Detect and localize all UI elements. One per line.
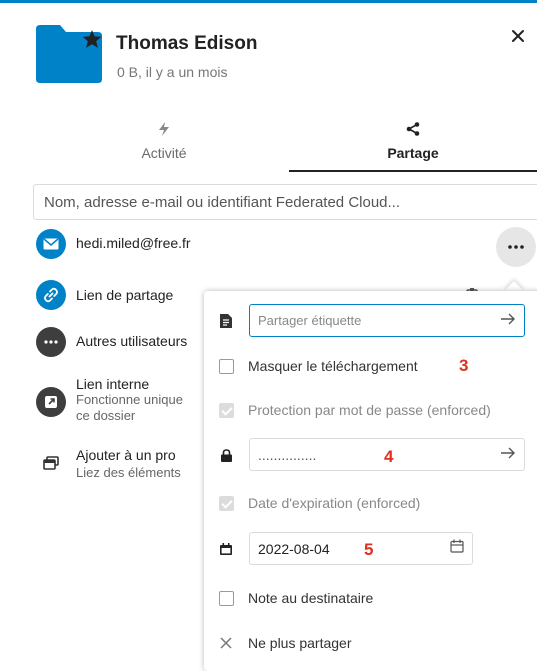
- email-icon: [36, 229, 66, 259]
- share-icon: [289, 120, 537, 138]
- share-entry-internal-desc: Fonctionne unique: [76, 392, 183, 407]
- expiration-date-input[interactable]: 2022-08-04: [249, 532, 473, 565]
- file-title: Thomas Edison: [116, 33, 258, 54]
- password-value: ...............: [258, 446, 317, 463]
- expiration-date-value: 2022-08-04: [258, 540, 330, 557]
- tab-activity[interactable]: Activité: [40, 120, 288, 172]
- share-entry-email-label: hedi.miled@free.fr: [76, 235, 191, 251]
- share-label-placeholder: Partager étiquette: [258, 313, 362, 328]
- share-entry-projects-label: Ajouter à un pro: [76, 447, 176, 463]
- share-options-menu: Partager étiquette Masquer le télécharge…: [204, 291, 537, 671]
- activity-icon: [40, 120, 288, 138]
- link-icon: [36, 280, 66, 310]
- tab-share[interactable]: Partage: [289, 120, 537, 172]
- top-accent-bar: [0, 0, 537, 3]
- note-checkbox[interactable]: [218, 590, 234, 606]
- file-subtitle: 0 B, il y a un mois: [117, 64, 228, 80]
- annotation-3: 3: [459, 356, 469, 375]
- share-entry-internal-desc-2: ce dossier: [76, 408, 136, 423]
- menu-item-unshare[interactable]: Ne plus partager: [204, 628, 537, 658]
- folder-icon: [36, 25, 102, 83]
- password-checkbox: [218, 402, 234, 418]
- menu-item-expiration: Date d'expiration (enforced): [204, 488, 537, 518]
- tab-share-label: Partage: [387, 145, 439, 161]
- hide-download-checkbox[interactable]: [218, 358, 234, 374]
- annotation-5: 5: [364, 540, 374, 559]
- active-tab-indicator: [289, 170, 537, 172]
- close-icon[interactable]: [510, 28, 528, 46]
- arrow-right-icon[interactable]: [500, 446, 516, 464]
- menu-item-password: Protection par mot de passe (enforced): [204, 395, 537, 425]
- share-label-input[interactable]: Partager étiquette: [249, 304, 525, 337]
- menu-item-hide-download[interactable]: Masquer le téléchargement: [204, 351, 537, 381]
- annotation-4: 4: [384, 447, 394, 466]
- hide-download-label: Masquer le téléchargement: [248, 358, 418, 374]
- arrow-right-icon[interactable]: [500, 312, 516, 330]
- projects-icon: [36, 448, 66, 478]
- share-options-button[interactable]: [496, 227, 536, 267]
- share-entry-link-label: Lien de partage: [76, 287, 174, 303]
- more-icon: [36, 327, 66, 357]
- note-icon: [204, 314, 248, 328]
- share-entry-internal-label: Lien interne: [76, 376, 150, 392]
- menu-item-note[interactable]: Note au destinataire: [204, 583, 537, 613]
- expiration-checkbox: [218, 495, 234, 511]
- external-link-icon: [36, 387, 66, 417]
- calendar-icon: [204, 543, 248, 555]
- expiration-label: Date d'expiration (enforced): [248, 495, 421, 511]
- password-protect-label: Protection par mot de passe (enforced): [248, 402, 491, 418]
- share-entry-others-label: Autres utilisateurs: [76, 333, 188, 349]
- share-entry-projects-desc: Liez des éléments: [76, 465, 181, 480]
- unshare-label: Ne plus partager: [248, 635, 352, 651]
- tab-activity-label: Activité: [141, 145, 187, 161]
- note-label: Note au destinataire: [248, 590, 374, 606]
- share-search-input[interactable]: [33, 184, 537, 220]
- lock-icon: [204, 448, 248, 462]
- close-icon: [204, 637, 248, 649]
- calendar-picker-icon[interactable]: [450, 539, 464, 558]
